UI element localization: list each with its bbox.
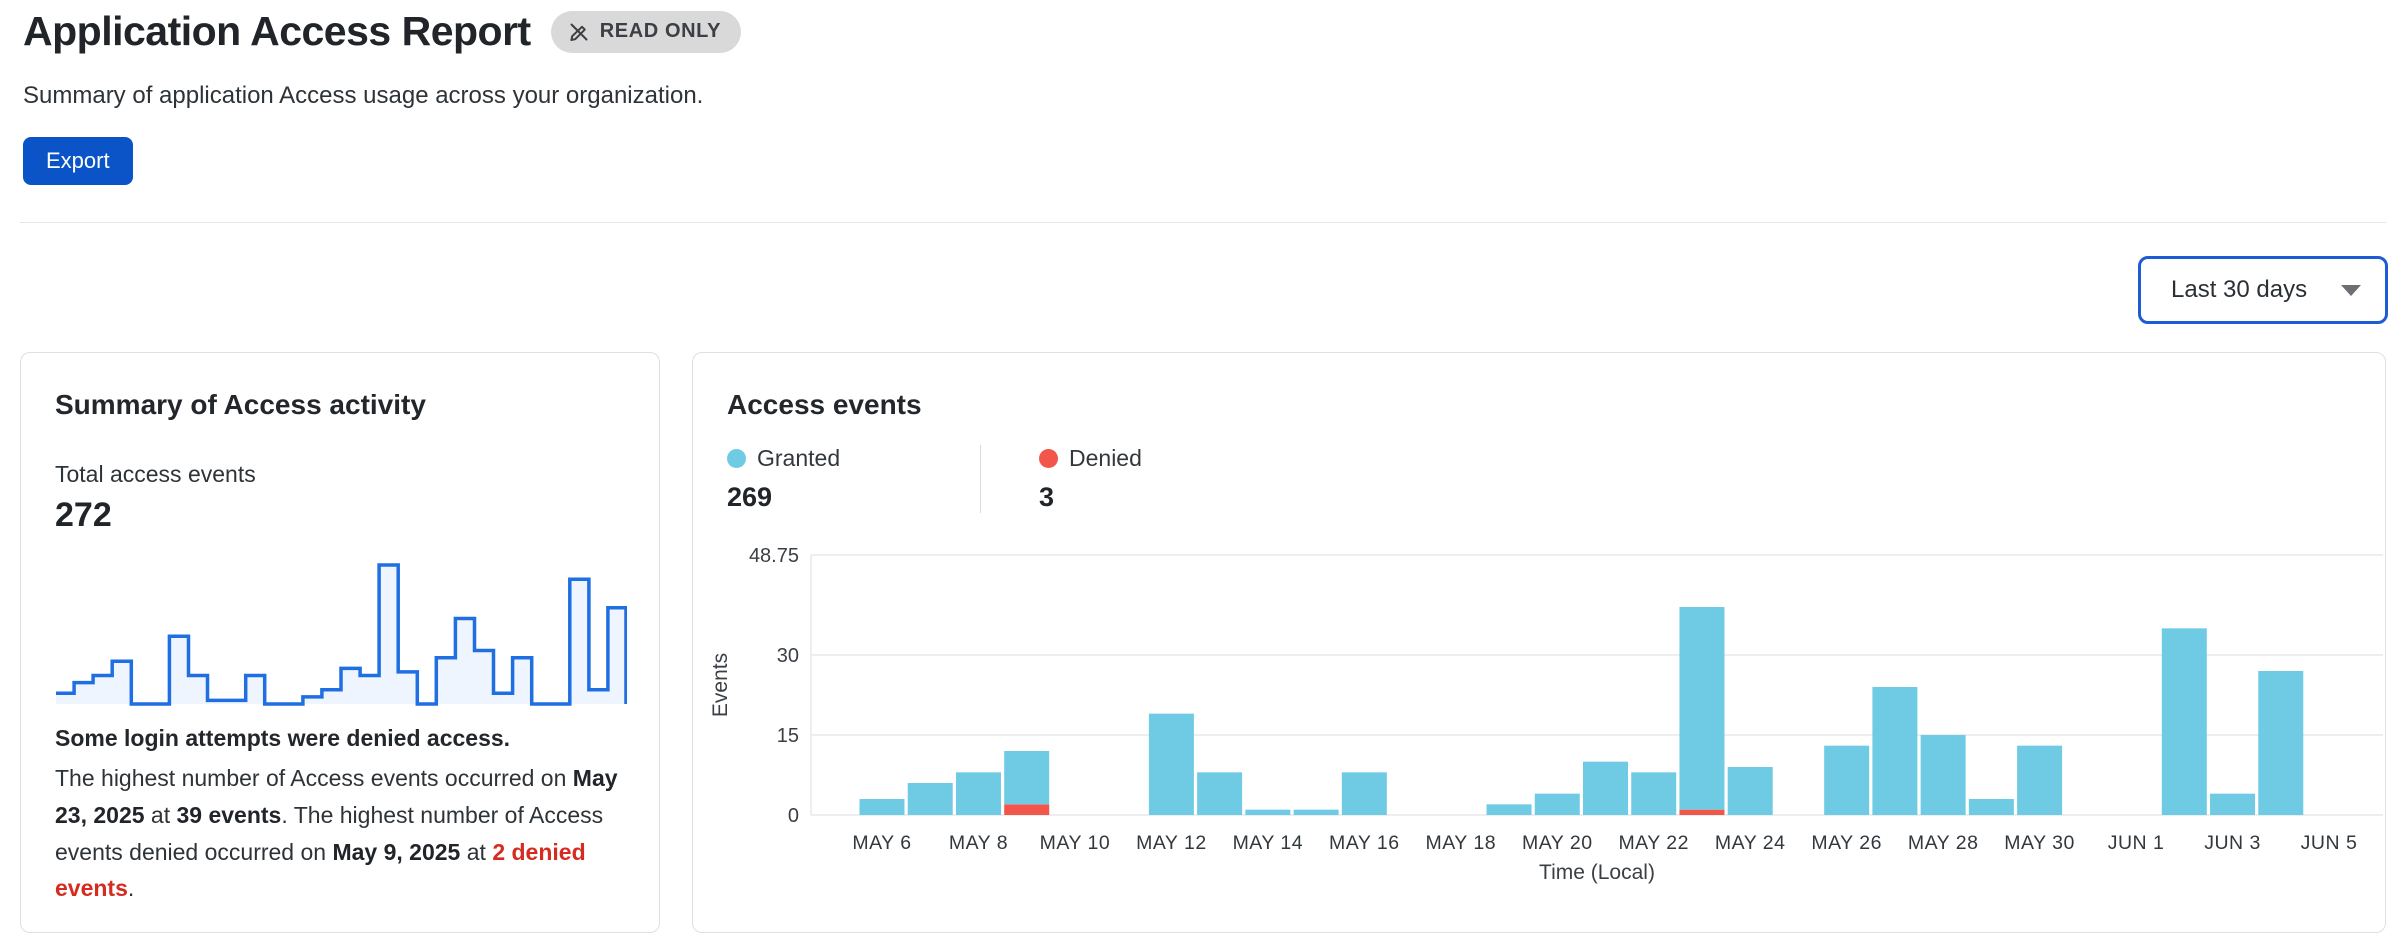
svg-text:MAY 14: MAY 14 (1233, 832, 1304, 854)
total-events-value: 272 (55, 496, 625, 535)
page-header: Application Access Report READ ONLY Summ… (23, 8, 741, 185)
svg-text:MAY 18: MAY 18 (1426, 832, 1497, 854)
granted-dot-icon (727, 449, 746, 468)
chart-legend: Granted 269 Denied 3 (727, 445, 2385, 513)
denied-dot-icon (1039, 449, 1058, 468)
legend-item-granted: Granted 269 (727, 445, 980, 513)
total-events-label: Total access events (55, 461, 625, 488)
svg-text:Time (Local): Time (Local) (1539, 861, 1655, 884)
legend-value-denied: 3 (1039, 482, 1142, 513)
denied-access-alert: Some login attempts were denied access. (55, 725, 625, 752)
time-range-select[interactable]: Last 30 days (2138, 256, 2388, 324)
legend-label-denied: Denied (1069, 445, 1142, 472)
svg-text:48.75: 48.75 (749, 545, 799, 567)
events-card: Access events Granted 269 Denied 3 01530… (692, 352, 2386, 933)
page-title: Application Access Report (23, 8, 531, 55)
svg-text:MAY 26: MAY 26 (1811, 832, 1882, 854)
svg-text:0: 0 (788, 805, 799, 827)
peak-events-count: 39 events (177, 802, 282, 828)
read-only-badge: READ ONLY (551, 11, 741, 53)
summary-card: Summary of Access activity Total access … (20, 352, 660, 933)
svg-text:MAY 8: MAY 8 (949, 832, 1008, 854)
legend-value-granted: 269 (727, 482, 980, 513)
legend-item-denied: Denied 3 (981, 445, 1142, 513)
peak-denied-date: May 9, 2025 (332, 839, 460, 865)
access-events-chart: 0 15 30 48.75 Events MAY 6 MAY 8 MAY 10 MAY 12 MA… (693, 543, 2387, 898)
svg-text:JUN 1: JUN 1 (2108, 832, 2165, 854)
legend-label-granted: Granted (757, 445, 840, 472)
svg-text:MAY 16: MAY 16 (1329, 832, 1400, 854)
svg-text:MAY 22: MAY 22 (1618, 832, 1689, 854)
pencil-slash-icon (567, 20, 591, 44)
export-button[interactable]: Export (23, 137, 133, 185)
svg-text:15: 15 (777, 725, 799, 747)
svg-text:MAY 28: MAY 28 (1908, 832, 1979, 854)
svg-text:MAY 6: MAY 6 (852, 832, 911, 854)
svg-text:Events: Events (709, 653, 732, 717)
chevron-down-icon (2341, 285, 2361, 296)
svg-text:JUN 3: JUN 3 (2204, 832, 2261, 854)
time-range-value: Last 30 days (2171, 276, 2307, 304)
header-divider (20, 222, 2386, 223)
page-subtitle: Summary of application Access usage acro… (23, 82, 741, 110)
read-only-badge-label: READ ONLY (600, 20, 721, 43)
report-detail-text: The highest number of Access events occu… (55, 760, 625, 907)
svg-text:JUN 5: JUN 5 (2301, 832, 2358, 854)
summary-card-title: Summary of Access activity (55, 389, 625, 421)
svg-text:MAY 24: MAY 24 (1715, 832, 1786, 854)
svg-text:MAY 10: MAY 10 (1040, 832, 1111, 854)
svg-text:30: 30 (777, 645, 799, 667)
svg-text:MAY 20: MAY 20 (1522, 832, 1593, 854)
svg-text:MAY 12: MAY 12 (1136, 832, 1207, 854)
access-activity-sparkline (55, 559, 627, 709)
events-card-title: Access events (727, 389, 2385, 421)
svg-text:MAY 30: MAY 30 (2004, 832, 2075, 854)
